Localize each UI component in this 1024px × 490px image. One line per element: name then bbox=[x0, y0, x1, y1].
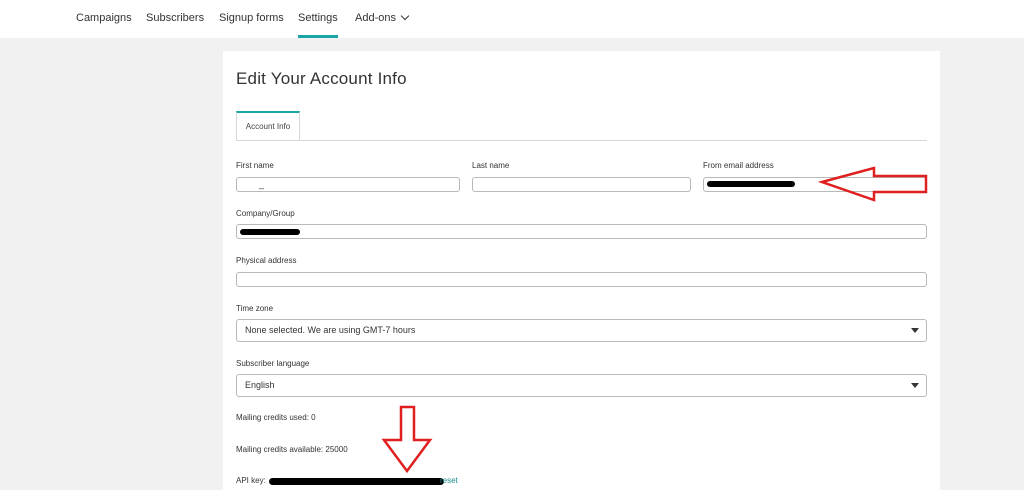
nav-add-ons[interactable]: Add-ons bbox=[355, 11, 410, 38]
dropdown-caret-icon bbox=[911, 383, 919, 388]
api-key: API key: reset bbox=[236, 476, 476, 488]
redaction-mark bbox=[707, 181, 795, 187]
last-name-field[interactable] bbox=[472, 177, 691, 192]
from-email-label: From email address bbox=[703, 161, 774, 170]
subscriber-language-select[interactable]: English bbox=[236, 374, 927, 397]
tab-divider bbox=[236, 140, 927, 141]
first-name-field[interactable]: _ bbox=[236, 177, 460, 192]
physical-address-field[interactable] bbox=[236, 272, 927, 287]
time-zone-label: Time zone bbox=[236, 304, 274, 313]
credits-available: Mailing credits available: 25000 bbox=[236, 445, 348, 454]
from-email-field[interactable] bbox=[703, 177, 927, 192]
nav-settings[interactable]: Settings bbox=[298, 12, 338, 38]
credits-used-value: 0 bbox=[311, 413, 316, 422]
company-field[interactable] bbox=[236, 224, 927, 239]
credits-available-label: Mailing credits available: bbox=[236, 445, 324, 454]
api-key-label: API key: bbox=[236, 476, 266, 485]
subscriber-language-label: Subscriber language bbox=[236, 359, 310, 368]
credits-used-label: Mailing credits used: bbox=[236, 413, 309, 422]
credits-used: Mailing credits used: 0 bbox=[236, 413, 316, 422]
redaction-mark bbox=[269, 478, 444, 485]
company-label: Company/Group bbox=[236, 209, 295, 218]
account-info-panel: Edit Your Account Info Account Info Firs… bbox=[223, 51, 940, 490]
api-key-reset-link[interactable]: reset bbox=[440, 476, 458, 485]
subscriber-language-value: English bbox=[245, 380, 275, 390]
chevron-down-icon bbox=[400, 11, 410, 21]
tab-account-info[interactable]: Account Info bbox=[236, 111, 300, 140]
top-nav: Campaigns Subscribers Signup forms Setti… bbox=[0, 0, 1024, 38]
nav-signup-forms[interactable]: Signup forms bbox=[219, 12, 284, 38]
first-name-label: First name bbox=[236, 161, 274, 170]
nav-add-ons-label: Add-ons bbox=[355, 12, 396, 24]
credits-available-value: 25000 bbox=[325, 445, 348, 454]
last-name-label: Last name bbox=[472, 161, 510, 170]
page-title: Edit Your Account Info bbox=[236, 69, 407, 88]
redaction-mark bbox=[240, 229, 300, 235]
nav-subscribers[interactable]: Subscribers bbox=[146, 12, 204, 38]
dropdown-caret-icon bbox=[911, 328, 919, 333]
nav-campaigns[interactable]: Campaigns bbox=[76, 12, 132, 38]
time-zone-select[interactable]: None selected. We are using GMT-7 hours bbox=[236, 319, 927, 342]
physical-address-label: Physical address bbox=[236, 256, 297, 265]
time-zone-value: None selected. We are using GMT-7 hours bbox=[245, 325, 416, 335]
